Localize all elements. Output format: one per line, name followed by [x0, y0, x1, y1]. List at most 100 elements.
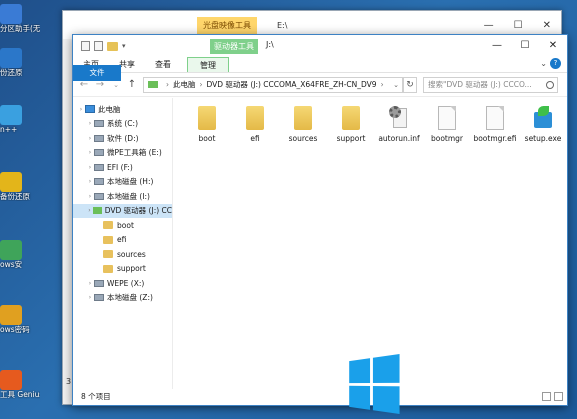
desktop-icon[interactable]: 工具 Genius [0, 370, 40, 399]
nav-item[interactable]: › DVD 驱动器 (J:) CC [73, 203, 172, 218]
background-close-button[interactable]: ✕ [543, 20, 551, 31]
tab-manage[interactable]: 管理 [187, 57, 229, 72]
address-bar[interactable]: › 此电脑 › DVD 驱动器 (J:) CCCOMA_X64FRE_ZH-CN… [143, 76, 403, 93]
nav-item[interactable]: support [73, 262, 172, 277]
maximize-button[interactable]: ☐ [511, 35, 539, 57]
expand-chevron-icon[interactable]: › [86, 193, 94, 200]
file-icon [438, 106, 456, 130]
nav-item[interactable]: › 软件 (D:) [73, 131, 172, 146]
folder-icon [198, 106, 216, 130]
address-dropdown-icon[interactable]: ⌄ [390, 81, 402, 89]
folder-icon [103, 221, 113, 230]
file-list: boot efi sources support autorun.inf bootmgr b… [173, 98, 567, 389]
nav-item[interactable]: › 此电脑 [73, 102, 172, 117]
desktop-icon-label: n++ [0, 125, 18, 134]
search-input[interactable]: 搜索"DVD 驱动器 (J:) CCCO... [423, 76, 558, 93]
expand-chevron-icon[interactable]: › [86, 178, 94, 185]
breadcrumb-separator-icon: › [166, 80, 169, 89]
nav-item[interactable]: boot [73, 218, 172, 233]
nav-item-label: DVD 驱动器 (J:) CC [104, 206, 172, 216]
nav-item-label: support [117, 264, 146, 274]
titlebar: ▾ 驱动器工具 J:\ — ☐ ✕ [73, 35, 567, 57]
drive-icon [94, 192, 104, 200]
window-title: J:\ [266, 40, 274, 49]
nav-item[interactable]: › WEPE (X:) [73, 276, 172, 291]
file-item[interactable]: sources [279, 106, 327, 143]
item-count: 8 个项目 [81, 392, 111, 401]
desktop-icon[interactable]: n++ [0, 105, 40, 134]
breadcrumb-separator-icon: › [380, 80, 384, 89]
minimize-button[interactable]: — [483, 35, 511, 57]
expand-chevron-icon[interactable]: › [86, 207, 93, 214]
nav-item-label: 系统 (C:) [107, 119, 138, 129]
nav-item[interactable]: efi [73, 233, 172, 248]
file-name: sources [288, 134, 318, 143]
app-icon [0, 240, 22, 260]
refresh-button[interactable]: ↻ [403, 76, 417, 93]
settings-file-icon [389, 106, 409, 130]
desktop-icon[interactable]: ows安 [0, 240, 40, 269]
file-item[interactable]: autorun.inf [375, 106, 423, 143]
nav-item[interactable]: › 本地磁盘 (H:) [73, 175, 172, 190]
tab-drive-tools[interactable]: 驱动器工具 [210, 39, 258, 54]
watermark-title: Win10之家 [405, 363, 550, 393]
app-icon [0, 48, 22, 68]
app-icon [0, 370, 22, 390]
breadcrumb-dvd-drive[interactable]: DVD 驱动器 (J:) CCCOMA_X64FRE_ZH-CN_DV9 [207, 79, 377, 90]
expand-chevron-icon[interactable]: › [86, 135, 94, 142]
properties-icon[interactable] [94, 41, 103, 51]
expand-chevron-icon[interactable]: › [86, 120, 94, 127]
ribbon-expand-icon[interactable]: ⌄ [540, 59, 547, 68]
desktop-icon[interactable]: 份还原 [0, 48, 40, 77]
file-item[interactable]: setup.exe [519, 106, 567, 143]
tab-file[interactable]: 文件 [73, 65, 121, 81]
file-item[interactable]: bootmgr.efi [471, 106, 519, 143]
background-maximize-button[interactable]: ☐ [514, 20, 523, 31]
file-name: bootmgr.efi [473, 134, 517, 143]
file-name: support [336, 134, 366, 143]
nav-item[interactable]: sources [73, 247, 172, 262]
desktop-icon[interactable]: ows密码 [0, 305, 40, 334]
search-icon [546, 80, 554, 89]
drive-icon [94, 163, 104, 171]
nav-item[interactable]: › 本地磁盘 (I:) [73, 189, 172, 204]
breadcrumb-this-pc[interactable]: 此电脑 [173, 79, 196, 90]
background-item-count: 3 [66, 377, 72, 386]
folder-icon [103, 235, 113, 244]
desktop-icon-label: 备份还原 [0, 192, 30, 201]
file-item[interactable]: efi [231, 106, 279, 143]
expand-chevron-icon[interactable]: › [86, 164, 94, 171]
up-arrow-icon[interactable]: ↑ [127, 79, 137, 90]
file-item[interactable]: bootmgr [423, 106, 471, 143]
nav-item[interactable]: › 本地磁盘 (Z:) [73, 291, 172, 306]
nav-item[interactable]: › EFI (F:) [73, 160, 172, 175]
desktop-icon-label: 份还原 [0, 68, 23, 77]
chevron-down-icon[interactable]: ▾ [122, 42, 126, 50]
desktop-icon[interactable]: 分区助手(无损) [0, 4, 40, 33]
help-icon[interactable]: ? [550, 58, 561, 69]
tab-view[interactable]: 查看 [145, 57, 181, 72]
file-icon[interactable] [81, 41, 90, 51]
nav-item-label: 此电脑 [98, 104, 121, 114]
nav-item-label: WEPE (X:) [107, 278, 145, 288]
drive-icon [94, 279, 104, 287]
folder-icon [103, 264, 113, 273]
nav-item[interactable]: › 系统 (C:) [73, 117, 172, 132]
background-minimize-button[interactable]: — [484, 20, 494, 31]
recent-chevron-icon[interactable]: ⌄ [111, 81, 121, 89]
background-tab-disc-image-tools[interactable]: 光盘映像工具 [197, 16, 257, 34]
expand-chevron-icon[interactable]: › [86, 294, 94, 301]
navigation-pane: › 此电脑 › 系统 (C:) › 软件 (D:) › 微PE工具箱 (E:) › EFI (F:… [73, 98, 173, 389]
file-item[interactable]: support [327, 106, 375, 143]
file-item[interactable]: boot [183, 106, 231, 143]
expand-chevron-icon[interactable]: › [86, 280, 94, 287]
nav-item[interactable]: › 微PE工具箱 (E:) [73, 146, 172, 161]
folder-icon [246, 106, 264, 130]
expand-chevron-icon[interactable]: › [77, 106, 85, 113]
new-folder-icon[interactable] [107, 41, 118, 51]
desktop-icon[interactable]: 备份还原 [0, 172, 40, 201]
watermark: Win10之家 www.win10xitong.com [345, 348, 577, 419]
app-icon [0, 4, 22, 24]
close-button[interactable]: ✕ [539, 35, 567, 57]
expand-chevron-icon[interactable]: › [86, 149, 94, 156]
